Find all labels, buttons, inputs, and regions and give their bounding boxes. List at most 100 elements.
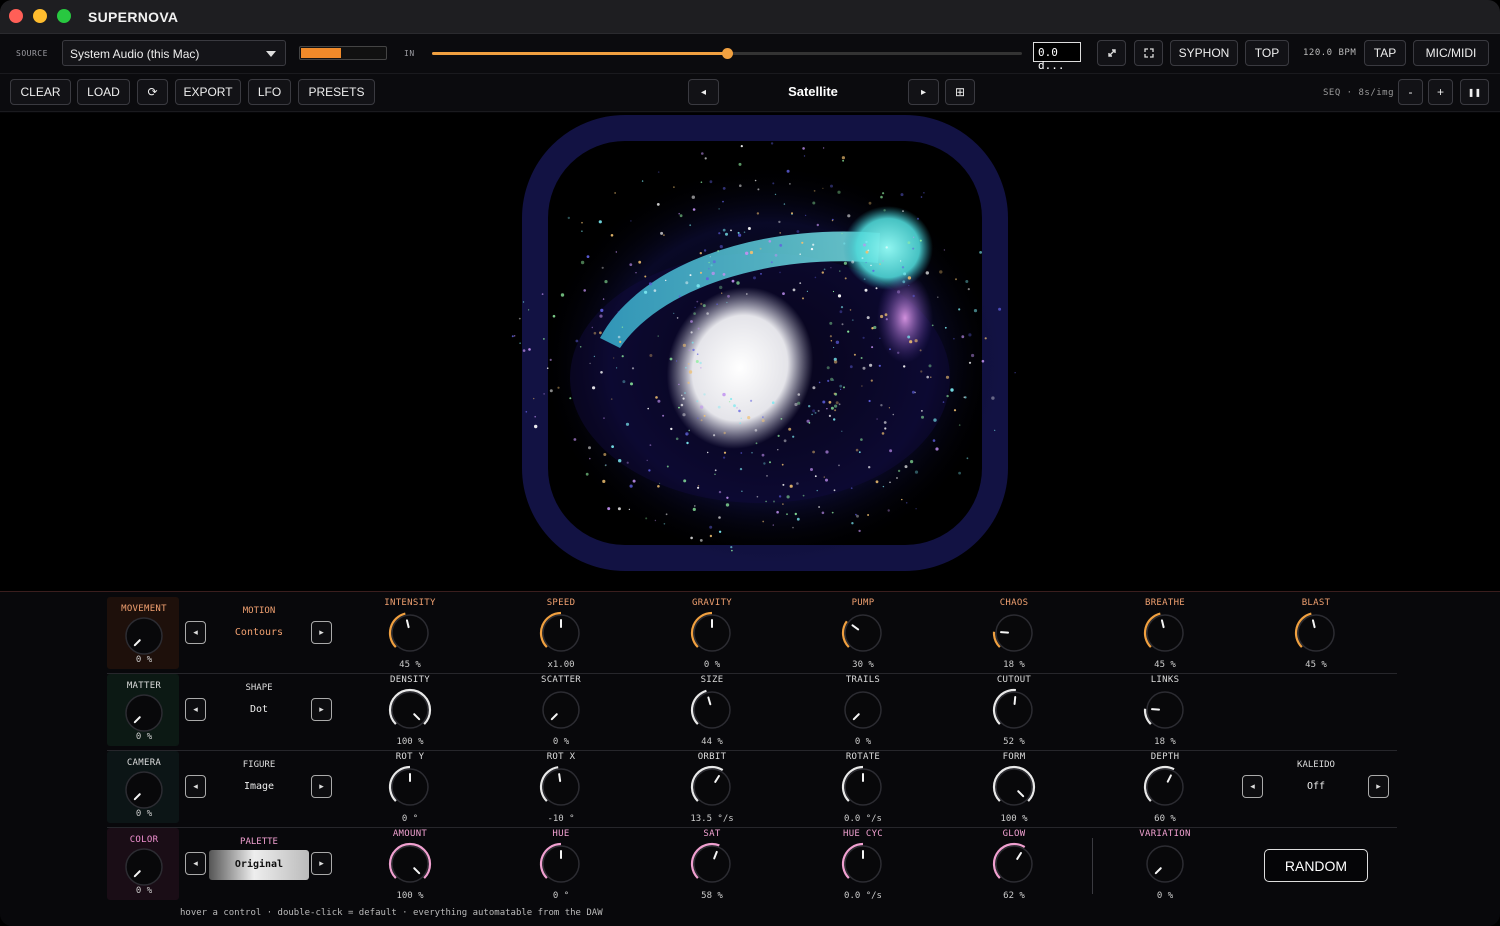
- minimize-window-button[interactable]: [33, 9, 47, 23]
- knob-value: 30 %: [852, 660, 874, 670]
- knob-value: 45 %: [1154, 660, 1176, 670]
- knob-label-sat: SAT: [703, 829, 721, 839]
- kaleido-prev-button[interactable]: ◂: [1242, 775, 1263, 798]
- popout-button[interactable]: [1097, 40, 1126, 66]
- knob-rot-y[interactable]: [388, 765, 432, 809]
- knob-amount[interactable]: [388, 842, 432, 886]
- knob-value: 13.5 °/s: [690, 814, 734, 824]
- refresh-button[interactable]: ⟳: [137, 79, 168, 105]
- knob-trails[interactable]: [841, 688, 885, 732]
- close-window-button[interactable]: [9, 9, 23, 23]
- seq-plus-button[interactable]: +: [1428, 79, 1453, 105]
- chevron-right-icon: ▸: [319, 858, 324, 868]
- pause-button[interactable]: ❚❚: [1460, 79, 1489, 105]
- kaleido-value[interactable]: Off: [1266, 781, 1366, 792]
- section-macro-knob[interactable]: [122, 845, 166, 889]
- random-button[interactable]: RANDOM: [1264, 849, 1368, 882]
- chooser-value[interactable]: Contours: [209, 627, 309, 638]
- knob-orbit[interactable]: [690, 765, 734, 809]
- knob-scatter[interactable]: [539, 688, 583, 732]
- knob-cutout[interactable]: [992, 688, 1036, 732]
- knob-value: 0 °: [401, 814, 419, 824]
- chooser-prev-button[interactable]: ◂: [185, 698, 206, 721]
- syphon-button[interactable]: SYPHON: [1170, 40, 1238, 66]
- knob-hue[interactable]: [539, 842, 583, 886]
- grid-view-button[interactable]: ⊞: [945, 79, 975, 105]
- kaleido-next-button[interactable]: ▸: [1368, 775, 1389, 798]
- chooser-value[interactable]: Dot: [209, 704, 309, 715]
- knob-value: x1.00: [547, 660, 575, 670]
- particle-render: [511, 115, 1016, 571]
- chooser-next-button[interactable]: ▸: [311, 621, 332, 644]
- export-button[interactable]: EXPORT: [175, 79, 241, 105]
- seq-minus-button[interactable]: -: [1398, 79, 1423, 105]
- zoom-window-button[interactable]: [57, 9, 71, 23]
- knob-links[interactable]: [1143, 688, 1187, 732]
- input-gain-slider[interactable]: [432, 48, 1022, 59]
- load-button[interactable]: LOAD: [77, 79, 130, 105]
- input-gain-fill: [432, 52, 727, 55]
- chooser-next-button[interactable]: ▸: [311, 852, 332, 875]
- knob-size[interactable]: [690, 688, 734, 732]
- fullscreen-corners-icon: [1143, 48, 1154, 58]
- knob-blast[interactable]: [1294, 611, 1338, 655]
- row-divider: [107, 827, 1397, 828]
- visualizer-canvas[interactable]: [0, 113, 1500, 591]
- chooser-value[interactable]: Image: [209, 781, 309, 792]
- source-select-value: System Audio (this Mac): [70, 47, 200, 61]
- source-select[interactable]: System Audio (this Mac): [62, 40, 286, 66]
- knob-label-pump: PUMP: [851, 598, 875, 608]
- knob-breathe[interactable]: [1143, 611, 1187, 655]
- next-preset-button[interactable]: ▸: [908, 79, 939, 105]
- input-gain-handle[interactable]: [722, 48, 733, 59]
- knob-gravity[interactable]: [690, 611, 734, 655]
- tap-button[interactable]: TAP: [1364, 40, 1406, 66]
- knob-rotate[interactable]: [841, 765, 885, 809]
- knob-value: 18 %: [1003, 660, 1025, 670]
- chevron-left-icon: ◂: [1250, 781, 1255, 791]
- knob-label-hue: HUE: [552, 829, 570, 839]
- section-macro-knob[interactable]: [122, 614, 166, 658]
- chooser-next-button[interactable]: ▸: [311, 698, 332, 721]
- knob-form[interactable]: [992, 765, 1036, 809]
- knob-value: 45 %: [399, 660, 421, 670]
- chevron-right-icon: ▸: [319, 627, 324, 637]
- fullscreen-button[interactable]: [1134, 40, 1163, 66]
- knob-value: 58 %: [701, 891, 723, 901]
- knob-density[interactable]: [388, 688, 432, 732]
- delay-readout[interactable]: 0.0 d...: [1033, 42, 1081, 72]
- chooser-value[interactable]: Original: [209, 850, 309, 880]
- knob-depth[interactable]: [1143, 765, 1187, 809]
- knob-variation[interactable]: [1143, 842, 1187, 886]
- top-button[interactable]: TOP: [1245, 40, 1289, 66]
- knob-speed[interactable]: [539, 611, 583, 655]
- knob-rot-x[interactable]: [539, 765, 583, 809]
- knob-label-intensity: INTENSITY: [384, 598, 436, 608]
- app-window: SUPERNOVA SOURCE System Audio (this Mac)…: [0, 0, 1500, 926]
- clear-button[interactable]: CLEAR: [10, 79, 71, 105]
- preset-toolbar: CLEAR LOAD ⟳ EXPORT LFO PRESETS ◂ Satell…: [0, 74, 1500, 112]
- knob-hue-cyc[interactable]: [841, 842, 885, 886]
- knob-value: 100 %: [1000, 814, 1028, 824]
- knob-label-cutout: CUTOUT: [996, 675, 1032, 685]
- section-macro-knob[interactable]: [122, 691, 166, 735]
- knob-value: 100 %: [396, 891, 424, 901]
- presets-button[interactable]: PRESETS: [298, 79, 375, 105]
- chooser-prev-button[interactable]: ◂: [185, 621, 206, 644]
- knob-intensity[interactable]: [388, 611, 432, 655]
- knob-glow[interactable]: [992, 842, 1036, 886]
- mic-midi-button[interactable]: MIC/MIDI: [1413, 40, 1489, 66]
- knob-pump[interactable]: [841, 611, 885, 655]
- prev-preset-button[interactable]: ◂: [688, 79, 719, 105]
- lfo-button[interactable]: LFO: [248, 79, 291, 105]
- chooser-next-button[interactable]: ▸: [311, 775, 332, 798]
- knob-label-links: LINKS: [1150, 675, 1180, 685]
- knob-sat[interactable]: [690, 842, 734, 886]
- chooser-prev-button[interactable]: ◂: [185, 775, 206, 798]
- section-macro-knob[interactable]: [122, 768, 166, 812]
- knob-label-rotate: ROTATE: [845, 752, 881, 762]
- chooser-prev-button[interactable]: ◂: [185, 852, 206, 875]
- knob-label-rot-y: ROT Y: [395, 752, 425, 762]
- knob-chaos[interactable]: [992, 611, 1036, 655]
- knob-label-rot-x: ROT X: [546, 752, 576, 762]
